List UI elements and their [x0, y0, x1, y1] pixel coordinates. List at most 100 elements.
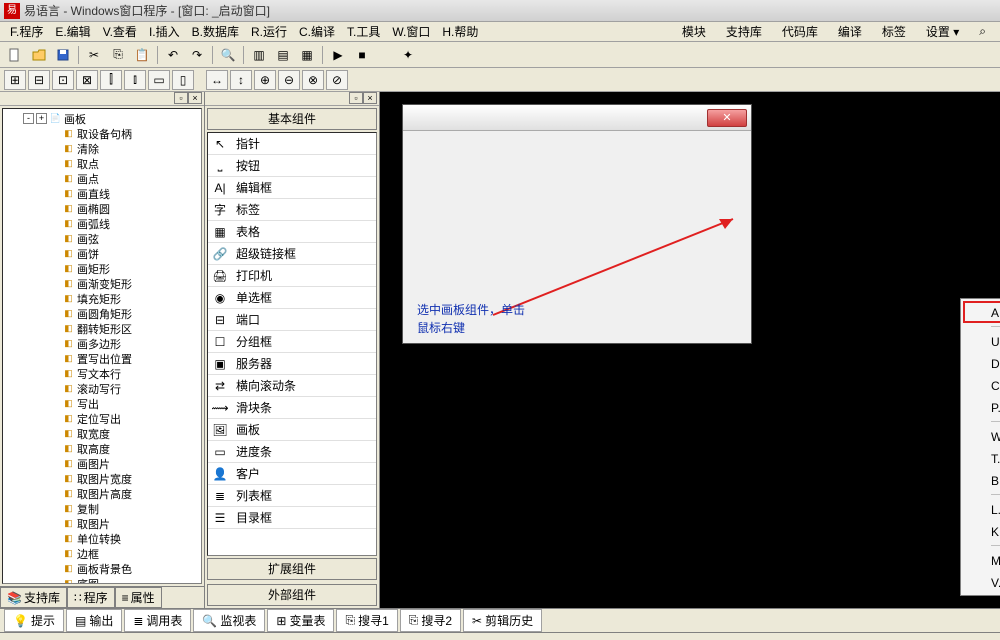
rmenu-codelib[interactable]: 代码库	[772, 23, 828, 40]
tb-paste[interactable]: 📋	[131, 44, 153, 66]
tree-item[interactable]: ◧取高度	[5, 441, 199, 456]
component-item[interactable]: A|编辑框	[208, 177, 376, 199]
tree-item[interactable]: ◧写文本行	[5, 366, 199, 381]
context-menu-item[interactable]: A.查看数据类型定义	[963, 301, 1000, 323]
tree-item[interactable]: ◧清除	[5, 141, 199, 156]
tree-item[interactable]: ◧取宽度	[5, 426, 199, 441]
menu-view[interactable]: V.查看	[97, 23, 143, 40]
context-menu-item[interactable]: D.删除Del	[963, 352, 1000, 374]
tree-item[interactable]: ◧置写出位置	[5, 351, 199, 366]
tree-item[interactable]: ◧画弧线	[5, 216, 199, 231]
component-item[interactable]: ▭进度条	[208, 441, 376, 463]
tree-item[interactable]: ◧翻转矩形区	[5, 321, 199, 336]
tree-item[interactable]: ◧画直线	[5, 186, 199, 201]
component-item[interactable]: 🖨打印机	[208, 265, 376, 287]
design-titlebar[interactable]: ✕	[403, 105, 751, 131]
component-item[interactable]: 字标签	[208, 199, 376, 221]
tab-supportlib[interactable]: 📚支持库	[0, 587, 67, 608]
al-12[interactable]: ⊖	[278, 70, 300, 90]
context-menu-item[interactable]: V.预览Ctrl+Enter	[963, 571, 1000, 593]
tb-cut[interactable]: ✂	[83, 44, 105, 66]
tree-view[interactable]: -+📄画板◧取设备句柄◧清除◧取点◧画点◧画直线◧画椭圆◧画弧线◧画弦◧画饼◧画…	[2, 108, 202, 584]
tree-item[interactable]: ◧复制	[5, 501, 199, 516]
context-menu-item[interactable]: U.撤消Ctrl+Z	[963, 330, 1000, 352]
component-item[interactable]: ▣服务器	[208, 353, 376, 375]
al-7[interactable]: ▭	[148, 70, 170, 90]
tree-item[interactable]: ◧底图	[5, 576, 199, 584]
rmenu-module[interactable]: 模块	[672, 23, 716, 40]
tb-find[interactable]: 🔍	[217, 44, 239, 66]
al-8[interactable]: ▯	[172, 70, 194, 90]
tb-save[interactable]	[52, 44, 74, 66]
context-menu-item[interactable]: T.到最顶层Ctrl+T	[963, 447, 1000, 469]
components-header[interactable]: 基本组件	[207, 108, 377, 130]
component-item[interactable]: ↖指针	[208, 133, 376, 155]
design-window[interactable]: ✕ 选中画板组件，单击鼠标右键	[402, 104, 752, 344]
comp-close[interactable]: ×	[363, 92, 377, 104]
tb-stop[interactable]: ■	[351, 44, 373, 66]
component-item[interactable]: ▦表格	[208, 221, 376, 243]
tree-item[interactable]: ◧画图片	[5, 456, 199, 471]
context-menu-item[interactable]: P.粘贴Ctrl+V	[963, 396, 1000, 418]
al-2[interactable]: ⊟	[28, 70, 50, 90]
context-menu-item[interactable]: L.锁定	[963, 498, 1000, 520]
al-9[interactable]: ↔	[206, 70, 228, 90]
al-14[interactable]: ⊘	[326, 70, 348, 90]
tree-item[interactable]: ◧取图片	[5, 516, 199, 531]
tree-item[interactable]: ◧写出	[5, 396, 199, 411]
al-6[interactable]: ⫾	[124, 70, 146, 90]
component-item[interactable]: ☐分组框	[208, 331, 376, 353]
tree-item[interactable]: ◧画点	[5, 171, 199, 186]
al-4[interactable]: ⊠	[76, 70, 98, 90]
component-item[interactable]: 🖼画板	[208, 419, 376, 441]
component-item[interactable]: ⊟端口	[208, 309, 376, 331]
design-close-button[interactable]: ✕	[707, 109, 747, 127]
tree-item[interactable]: ◧画饼	[5, 246, 199, 261]
tree-item[interactable]: ◧取设备句柄	[5, 126, 199, 141]
context-menu-item[interactable]: B.到最底层	[963, 469, 1000, 491]
tree-item[interactable]: ◧填充矩形	[5, 291, 199, 306]
tree-item[interactable]: ◧画矩形	[5, 261, 199, 276]
btab-watch[interactable]: 🔍监视表	[193, 609, 265, 632]
tree-item[interactable]: ◧边框	[5, 546, 199, 561]
panel-pin[interactable]: ▫	[174, 92, 188, 104]
tree-item[interactable]: ◧取点	[5, 156, 199, 171]
component-item[interactable]: 🔗超级链接框	[208, 243, 376, 265]
tb-run[interactable]: ▶	[327, 44, 349, 66]
tree-item[interactable]: ◧画板背景色	[5, 561, 199, 576]
design-body[interactable]: 选中画板组件，单击鼠标右键	[403, 131, 751, 343]
tb-layout3[interactable]: ▦	[296, 44, 318, 66]
menu-program[interactable]: F.程序	[4, 23, 49, 40]
panel-close[interactable]: ×	[188, 92, 202, 104]
btab-clipboard[interactable]: ✂剪辑历史	[463, 609, 542, 632]
tree-item[interactable]: ◧单位转换	[5, 531, 199, 546]
tree-item[interactable]: ◧取图片高度	[5, 486, 199, 501]
component-item[interactable]: ⟿滑块条	[208, 397, 376, 419]
context-menu-item[interactable]: W.位置及尺寸▸	[963, 425, 1000, 447]
rmenu-search[interactable]: ⌕	[969, 24, 996, 39]
btab-output[interactable]: ▤输出	[66, 609, 122, 632]
rmenu-supportlib[interactable]: 支持库	[716, 23, 772, 40]
components-external[interactable]: 外部组件	[207, 584, 377, 606]
al-13[interactable]: ⊗	[302, 70, 324, 90]
tb-layout1[interactable]: ▥	[248, 44, 270, 66]
tb-undo[interactable]: ↶	[162, 44, 184, 66]
component-item[interactable]: 👤客户	[208, 463, 376, 485]
menu-window[interactable]: W.窗口	[386, 23, 436, 40]
context-menu-item[interactable]: C.复制Ctrl+C	[963, 374, 1000, 396]
tb-layout2[interactable]: ▤	[272, 44, 294, 66]
component-item[interactable]: ≣列表框	[208, 485, 376, 507]
components-ext[interactable]: 扩展组件	[207, 558, 377, 580]
component-item[interactable]: ☰目录框	[208, 507, 376, 529]
btab-vars[interactable]: ⊞变量表	[267, 609, 334, 632]
tb-misc[interactable]: ✦	[397, 44, 419, 66]
tree-item[interactable]: ◧画渐变矩形	[5, 276, 199, 291]
tree-item[interactable]: ◧画多边形	[5, 336, 199, 351]
menu-edit[interactable]: E.编辑	[49, 23, 96, 40]
tb-redo[interactable]: ↷	[186, 44, 208, 66]
tree-item[interactable]: ◧画弦	[5, 231, 199, 246]
comp-pin[interactable]: ▫	[349, 92, 363, 104]
tb-copy[interactable]: ⎘	[107, 44, 129, 66]
rmenu-compile[interactable]: 编译	[828, 23, 872, 40]
menu-tools[interactable]: T.工具	[341, 23, 386, 40]
